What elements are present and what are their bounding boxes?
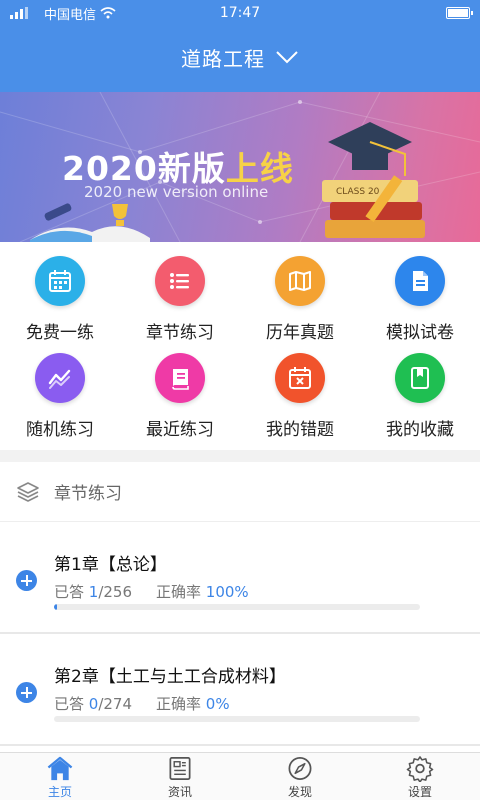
chapter-title: 第1章【总论】 <box>54 555 167 575</box>
chapter-section: 章节练习 第1章【总论】 已答 1/256 正确率 100% 第2章【土工与土工合… <box>0 462 480 752</box>
news-icon <box>169 757 191 780</box>
grid-label: 模拟试卷 <box>386 323 454 343</box>
grid-item-mock-exam[interactable]: 模拟试卷 <box>360 256 480 353</box>
grid-item-past-exams[interactable]: 历年真题 <box>240 256 360 353</box>
accuracy-label: 正确率 <box>156 695 206 713</box>
compass-icon <box>288 757 312 780</box>
grid-item-random-practice[interactable]: 随机练习 <box>0 353 120 450</box>
chapter-item[interactable]: 第1章【总论】 已答 1/256 正确率 100% <box>0 522 480 634</box>
list-icon <box>155 256 205 306</box>
answered-count: 1 <box>88 583 99 601</box>
nav-label: 设置 <box>407 785 432 799</box>
wrong-calendar-icon <box>275 353 325 403</box>
accuracy-value: 0% <box>205 695 230 713</box>
nav-label: 主页 <box>47 785 72 799</box>
nav-news[interactable]: 资讯 <box>120 753 240 800</box>
accuracy-label: 正确率 <box>156 583 206 601</box>
grid-label: 历年真题 <box>266 323 334 343</box>
section-header: 章节练习 <box>0 462 480 522</box>
layers-icon <box>17 481 39 502</box>
calendar-icon <box>35 256 85 306</box>
grid-label: 我的收藏 <box>386 420 454 440</box>
total-count: /274 <box>98 695 133 713</box>
grid-label: 最近练习 <box>146 420 214 440</box>
chapter-stats: 已答 0/274 正确率 0% <box>54 693 230 714</box>
status-time: 17:47 <box>219 5 261 21</box>
grid-item-favorites[interactable]: 我的收藏 <box>360 353 480 450</box>
answered-count: 0 <box>88 695 99 713</box>
page-title: 道路工程 <box>181 46 265 71</box>
nav-label: 资讯 <box>167 785 192 799</box>
section-title: 章节练习 <box>54 484 122 504</box>
grid-item-chapter-practice[interactable]: 章节练习 <box>120 256 240 353</box>
answered-label: 已答 <box>54 695 89 713</box>
grid-item-wrong-questions[interactable]: 我的错题 <box>240 353 360 450</box>
grid-label: 免费一练 <box>26 323 94 343</box>
home-icon <box>47 756 73 781</box>
grid-item-recent-practice[interactable]: 最近练习 <box>120 353 240 450</box>
top-bar: 中国电信 17:47 道路工程 <box>0 0 480 92</box>
grid-label: 我的错题 <box>266 420 334 440</box>
grid-label: 章节练习 <box>146 323 214 343</box>
document-icon <box>395 256 445 306</box>
gear-icon <box>406 756 434 782</box>
bookmark-icon <box>395 353 445 403</box>
accuracy-value: 100% <box>205 583 249 601</box>
svg-text:CLASS 20: CLASS 20 <box>336 187 380 197</box>
bottom-nav: 主页 资讯 发现 设置 <box>0 752 480 800</box>
grid-item-free-practice[interactable]: 免费一练 <box>0 256 120 353</box>
chapter-stats: 已答 1/256 正确率 100% <box>54 581 249 602</box>
nav-home[interactable]: 主页 <box>0 753 120 800</box>
expand-plus-icon[interactable] <box>16 682 37 703</box>
subject-selector[interactable]: 道路工程 <box>0 26 480 88</box>
answered-label: 已答 <box>54 583 89 601</box>
chevron-down-icon <box>276 51 298 64</box>
nav-settings[interactable]: 设置 <box>360 753 480 800</box>
chapter-progress-bar <box>54 716 420 722</box>
banner-subtitle: 2020 new version online <box>84 183 269 201</box>
progress-fill <box>54 604 57 610</box>
nav-discover[interactable]: 发现 <box>240 753 360 800</box>
feature-grid: 免费一练 章节练习 历年真题 模拟试卷 随机练习 最近练习 我的错题 我的收藏 <box>0 242 480 450</box>
chapter-progress-bar <box>54 604 420 610</box>
total-count: /256 <box>98 583 133 601</box>
map-icon <box>275 256 325 306</box>
book-icon <box>155 353 205 403</box>
trend-icon <box>35 353 85 403</box>
promo-banner[interactable]: CLASS 20 2020新版上线 2020 new version onlin… <box>0 92 480 242</box>
grid-label: 随机练习 <box>26 420 94 440</box>
battery-icon <box>446 7 473 19</box>
chapter-item[interactable]: 第2章【土工与土工合成材料】 已答 0/274 正确率 0% <box>0 634 480 746</box>
chapter-title: 第2章【土工与土工合成材料】 <box>54 667 286 687</box>
expand-plus-icon[interactable] <box>16 570 37 591</box>
nav-label: 发现 <box>287 785 312 799</box>
status-bar: 中国电信 17:47 <box>0 0 480 26</box>
